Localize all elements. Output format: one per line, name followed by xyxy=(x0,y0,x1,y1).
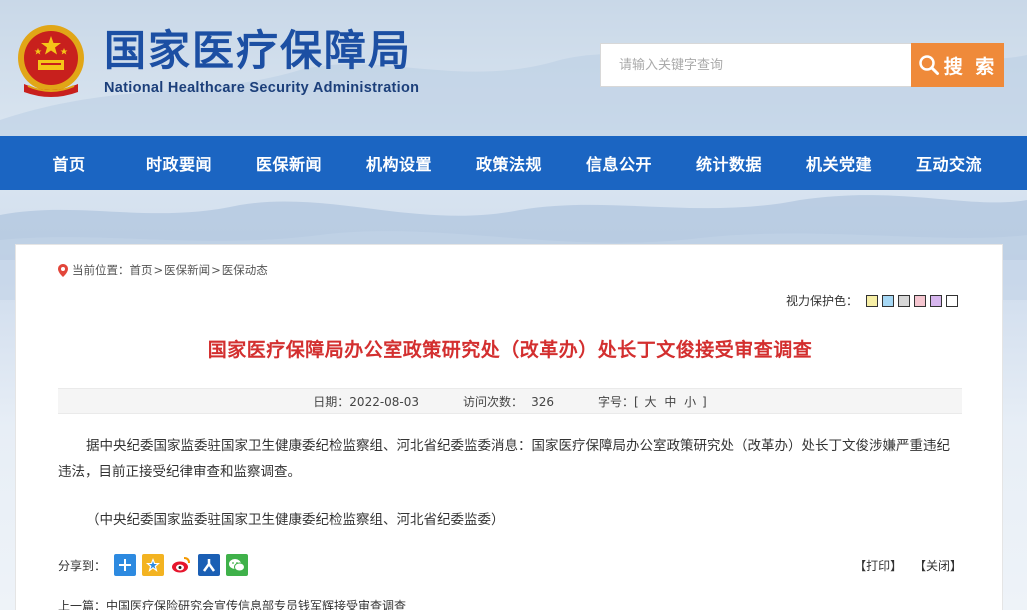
eye-care-swatch-yellow[interactable] xyxy=(866,294,878,307)
location-pin-icon xyxy=(58,263,68,277)
share-label: 分享到： xyxy=(58,558,107,573)
eye-care-swatch-white[interactable] xyxy=(946,294,958,307)
eye-care-swatch-blue[interactable] xyxy=(882,294,894,307)
site-logo-subtitle: National Healthcare Security Administrat… xyxy=(104,80,420,96)
prev-article-link[interactable]: 中国医疗保险研究会宣传信息部专员钱军辉接受审查调查 xyxy=(106,599,406,610)
eye-care-swatch-pink[interactable] xyxy=(914,294,926,307)
breadcrumb-prefix: 当前位置： xyxy=(72,263,130,277)
close-button[interactable]: 【关闭】 xyxy=(914,559,962,573)
nav-item-statistics[interactable]: 统计数据 xyxy=(674,136,784,190)
font-size-controls: 字号：[ 大 中 小 ] xyxy=(598,393,707,410)
article-date: 日期：2022-08-03 xyxy=(313,393,419,410)
prev-article-label: 上一篇： xyxy=(58,599,107,610)
article-meta: 日期：2022-08-03 访问次数： 326 字号：[ 大 中 小 ] xyxy=(58,388,962,414)
share-wechat-icon[interactable] xyxy=(226,554,249,576)
fontsize-label: 字号：[ xyxy=(597,394,639,409)
nav-item-interaction[interactable]: 互动交流 xyxy=(894,136,1004,190)
share-renren-icon[interactable] xyxy=(198,554,221,576)
article-panel: 当前位置： 首页 > 医保新闻 > 医保动态 视力保护色： 国家医疗保障局办公室… xyxy=(15,244,1003,610)
site-logo-title[interactable]: 国家医疗保障局 xyxy=(104,26,412,76)
breadcrumb-separator: > xyxy=(211,263,221,277)
nav-item-policies[interactable]: 政策法规 xyxy=(454,136,564,190)
print-button[interactable]: 【打印】 xyxy=(854,559,902,573)
breadcrumb-separator: > xyxy=(153,263,164,277)
breadcrumb-home[interactable]: 首页 xyxy=(130,262,153,278)
eye-care-label: 视力保护色： xyxy=(785,294,858,308)
eye-care-swatch-purple[interactable] xyxy=(930,294,942,307)
article-actions: 【打印】 【关闭】 xyxy=(846,557,962,574)
search-box xyxy=(600,43,912,87)
search-icon xyxy=(918,55,939,75)
main-nav: 首页 时政要闻 医保新闻 机构设置 政策法规 信息公开 统计数据 机关党建 互动… xyxy=(0,136,1027,190)
font-size-large[interactable]: 大 xyxy=(644,395,656,409)
article-source: （中央纪委国家监委驻国家卫生健康委纪检监察组、河北省纪委监委） xyxy=(86,512,505,528)
article-paragraph: 据中央纪委国家监委驻国家卫生健康委纪检监察组、河北省纪委监委消息：国家医疗保障局… xyxy=(58,438,950,480)
search-button[interactable]: 搜 索 xyxy=(911,43,1004,87)
search-input[interactable] xyxy=(601,44,911,86)
search-button-label: 搜 索 xyxy=(943,55,998,78)
font-size-small[interactable]: 小 xyxy=(684,395,696,409)
breadcrumb: 当前位置： 首页 > 医保新闻 > 医保动态 xyxy=(58,262,268,278)
font-size-medium[interactable]: 中 xyxy=(664,395,676,409)
nav-item-info-disclosure[interactable]: 信息公开 xyxy=(564,136,674,190)
breadcrumb-news[interactable]: 医保新闻 xyxy=(164,262,210,278)
prev-article: 上一篇：中国医疗保险研究会宣传信息部专员钱军辉接受审查调查 xyxy=(58,597,406,610)
nav-item-medical-insurance-news[interactable]: 医保新闻 xyxy=(234,136,344,190)
site-header: 国家医疗保障局 National Healthcare Security Adm… xyxy=(0,0,1027,136)
eye-care-colors: 视力保护色： xyxy=(786,292,962,309)
date-label: 日期： xyxy=(313,394,350,409)
article-views: 访问次数： 326 xyxy=(463,393,554,410)
fontsize-end: ] xyxy=(702,394,707,409)
national-emblem-icon xyxy=(18,25,84,97)
article-title: 国家医疗保障局办公室政策研究处（改革办）处长丁文俊接受审查调查 xyxy=(207,339,813,361)
views-value: 326 xyxy=(531,394,554,409)
breadcrumb-dynamics[interactable]: 医保动态 xyxy=(222,262,268,278)
share-more-icon[interactable] xyxy=(114,554,137,576)
share-weibo-icon[interactable] xyxy=(170,554,193,576)
nav-item-organization[interactable]: 机构设置 xyxy=(344,136,454,190)
date-value: 2022-08-03 xyxy=(349,394,420,409)
share-bar: 分享到： 【打印】 【关闭】 xyxy=(58,551,962,579)
share-qzone-icon[interactable] xyxy=(142,554,165,576)
nav-item-current-affairs[interactable]: 时政要闻 xyxy=(124,136,234,190)
eye-care-swatch-gray[interactable] xyxy=(898,294,910,307)
nav-item-home[interactable]: 首页 xyxy=(14,136,124,190)
nav-item-party-building[interactable]: 机关党建 xyxy=(784,136,894,190)
views-label: 访问次数： xyxy=(463,394,524,409)
